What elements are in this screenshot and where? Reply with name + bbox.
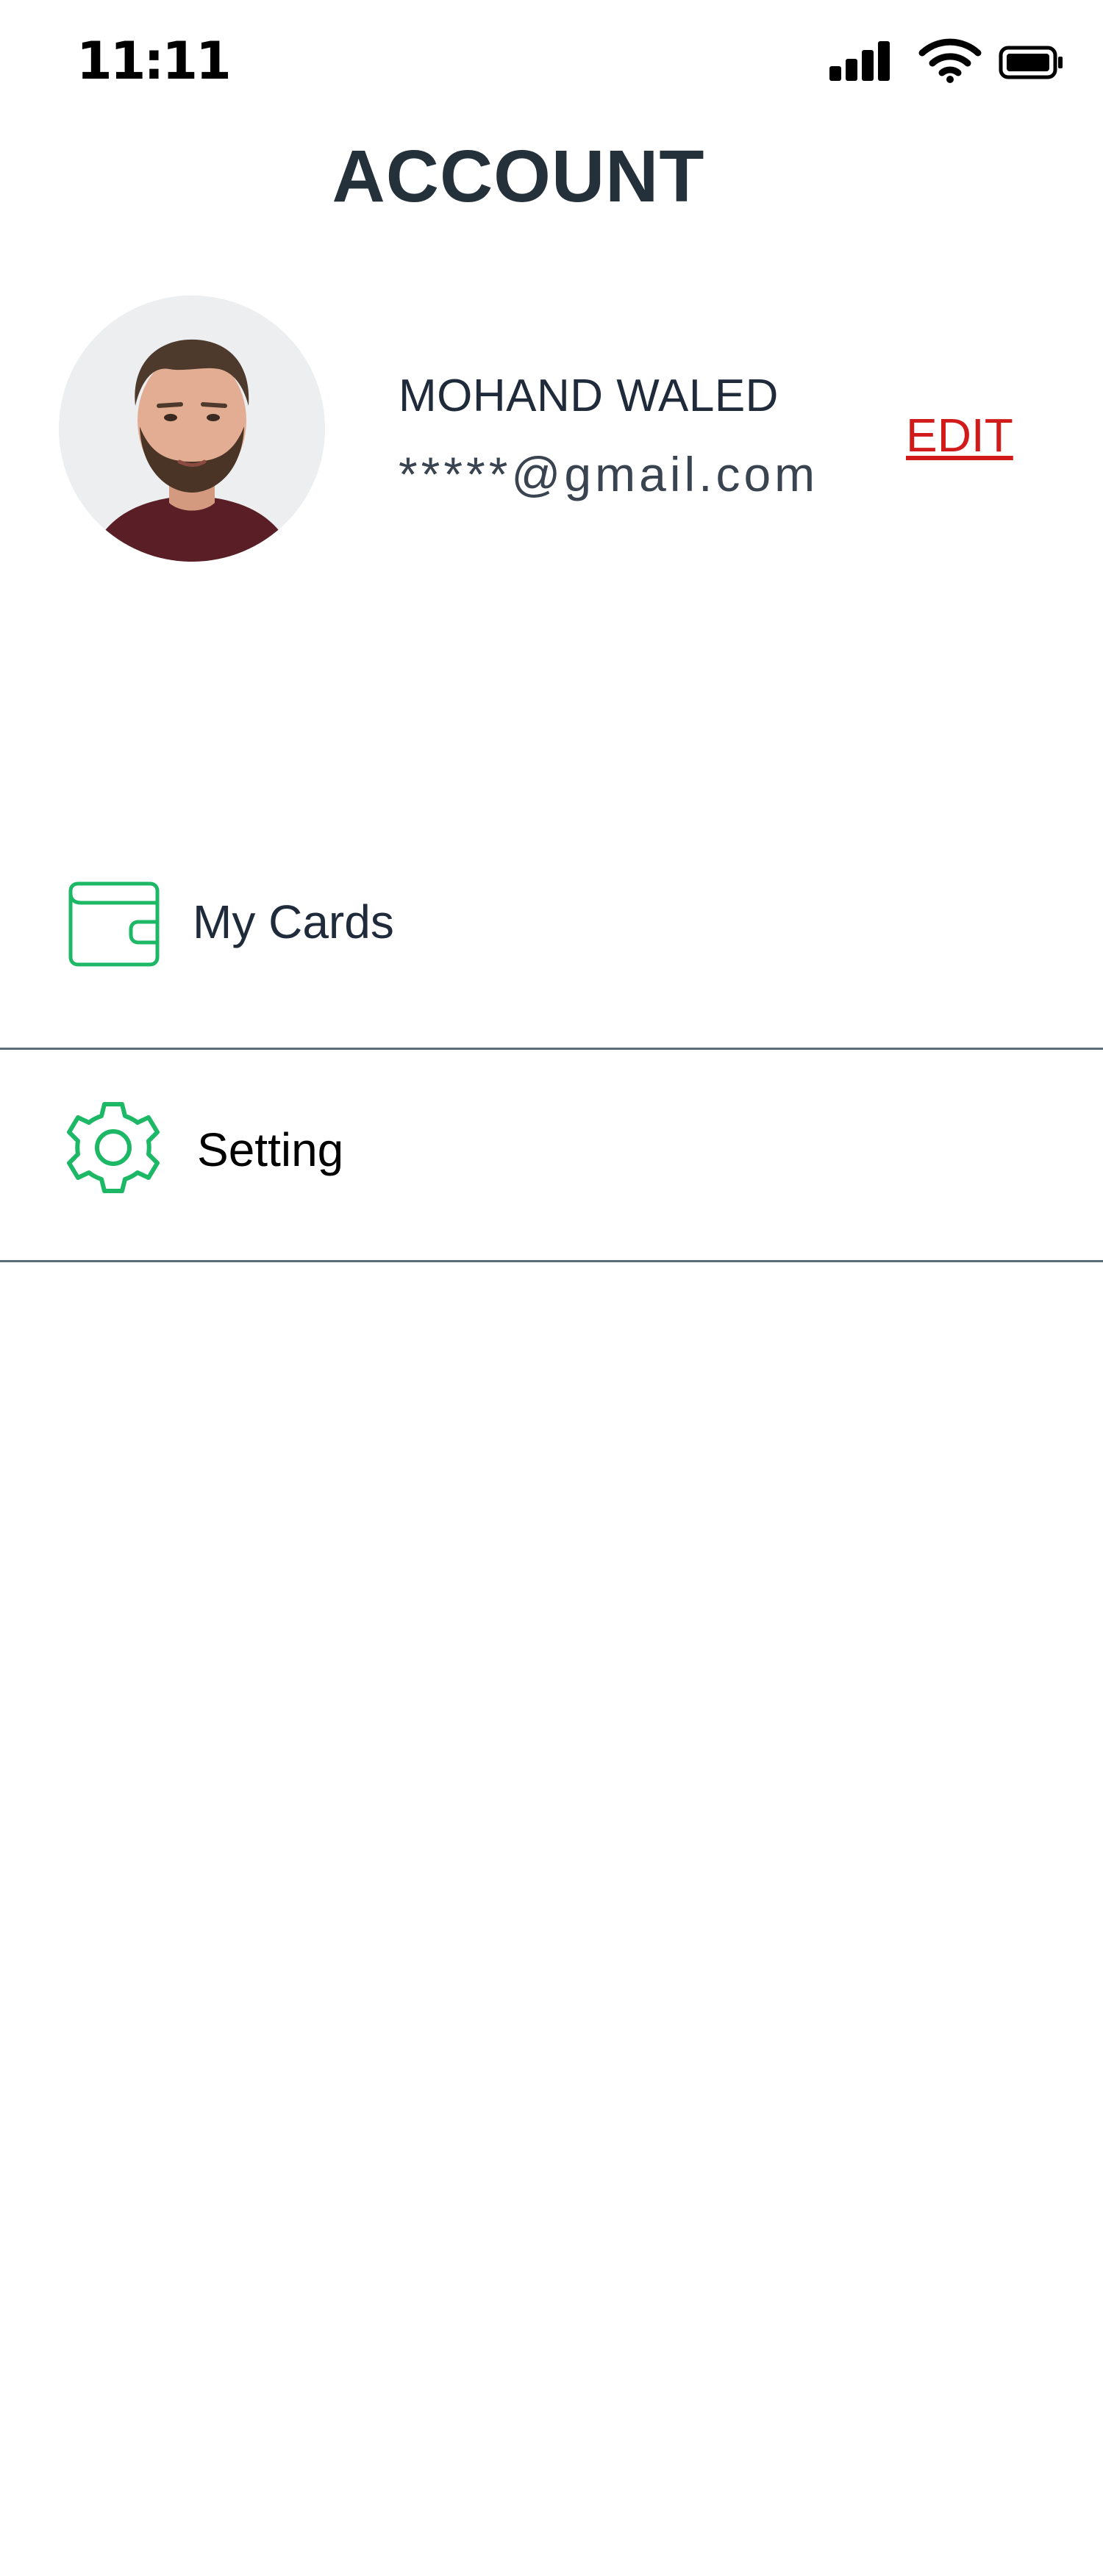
page-title: ACCOUNT (332, 135, 705, 218)
status-icons (828, 38, 1071, 90)
menu-item-setting[interactable]: Setting (0, 1051, 1103, 1264)
cellular-signal-icon (828, 38, 896, 86)
status-time: 11:11 (76, 31, 232, 91)
wallet-icon (63, 870, 162, 974)
wifi-icon (918, 35, 982, 87)
menu-item-label-setting: Setting (197, 1123, 344, 1176)
battery-icon (999, 46, 1065, 83)
divider (0, 1260, 1103, 1262)
gear-icon (62, 1098, 165, 1205)
profile-email: *****@gmail.com (399, 447, 819, 501)
divider (0, 1048, 1103, 1050)
avatar[interactable] (59, 296, 325, 562)
menu-item-my-cards-content[interactable]: My Cards (0, 853, 1103, 1051)
edit-profile-button[interactable]: EDIT (906, 412, 1013, 459)
menu-item-label-my-cards: My Cards (193, 895, 394, 948)
profile-name: MOHAND WALED (399, 371, 779, 421)
